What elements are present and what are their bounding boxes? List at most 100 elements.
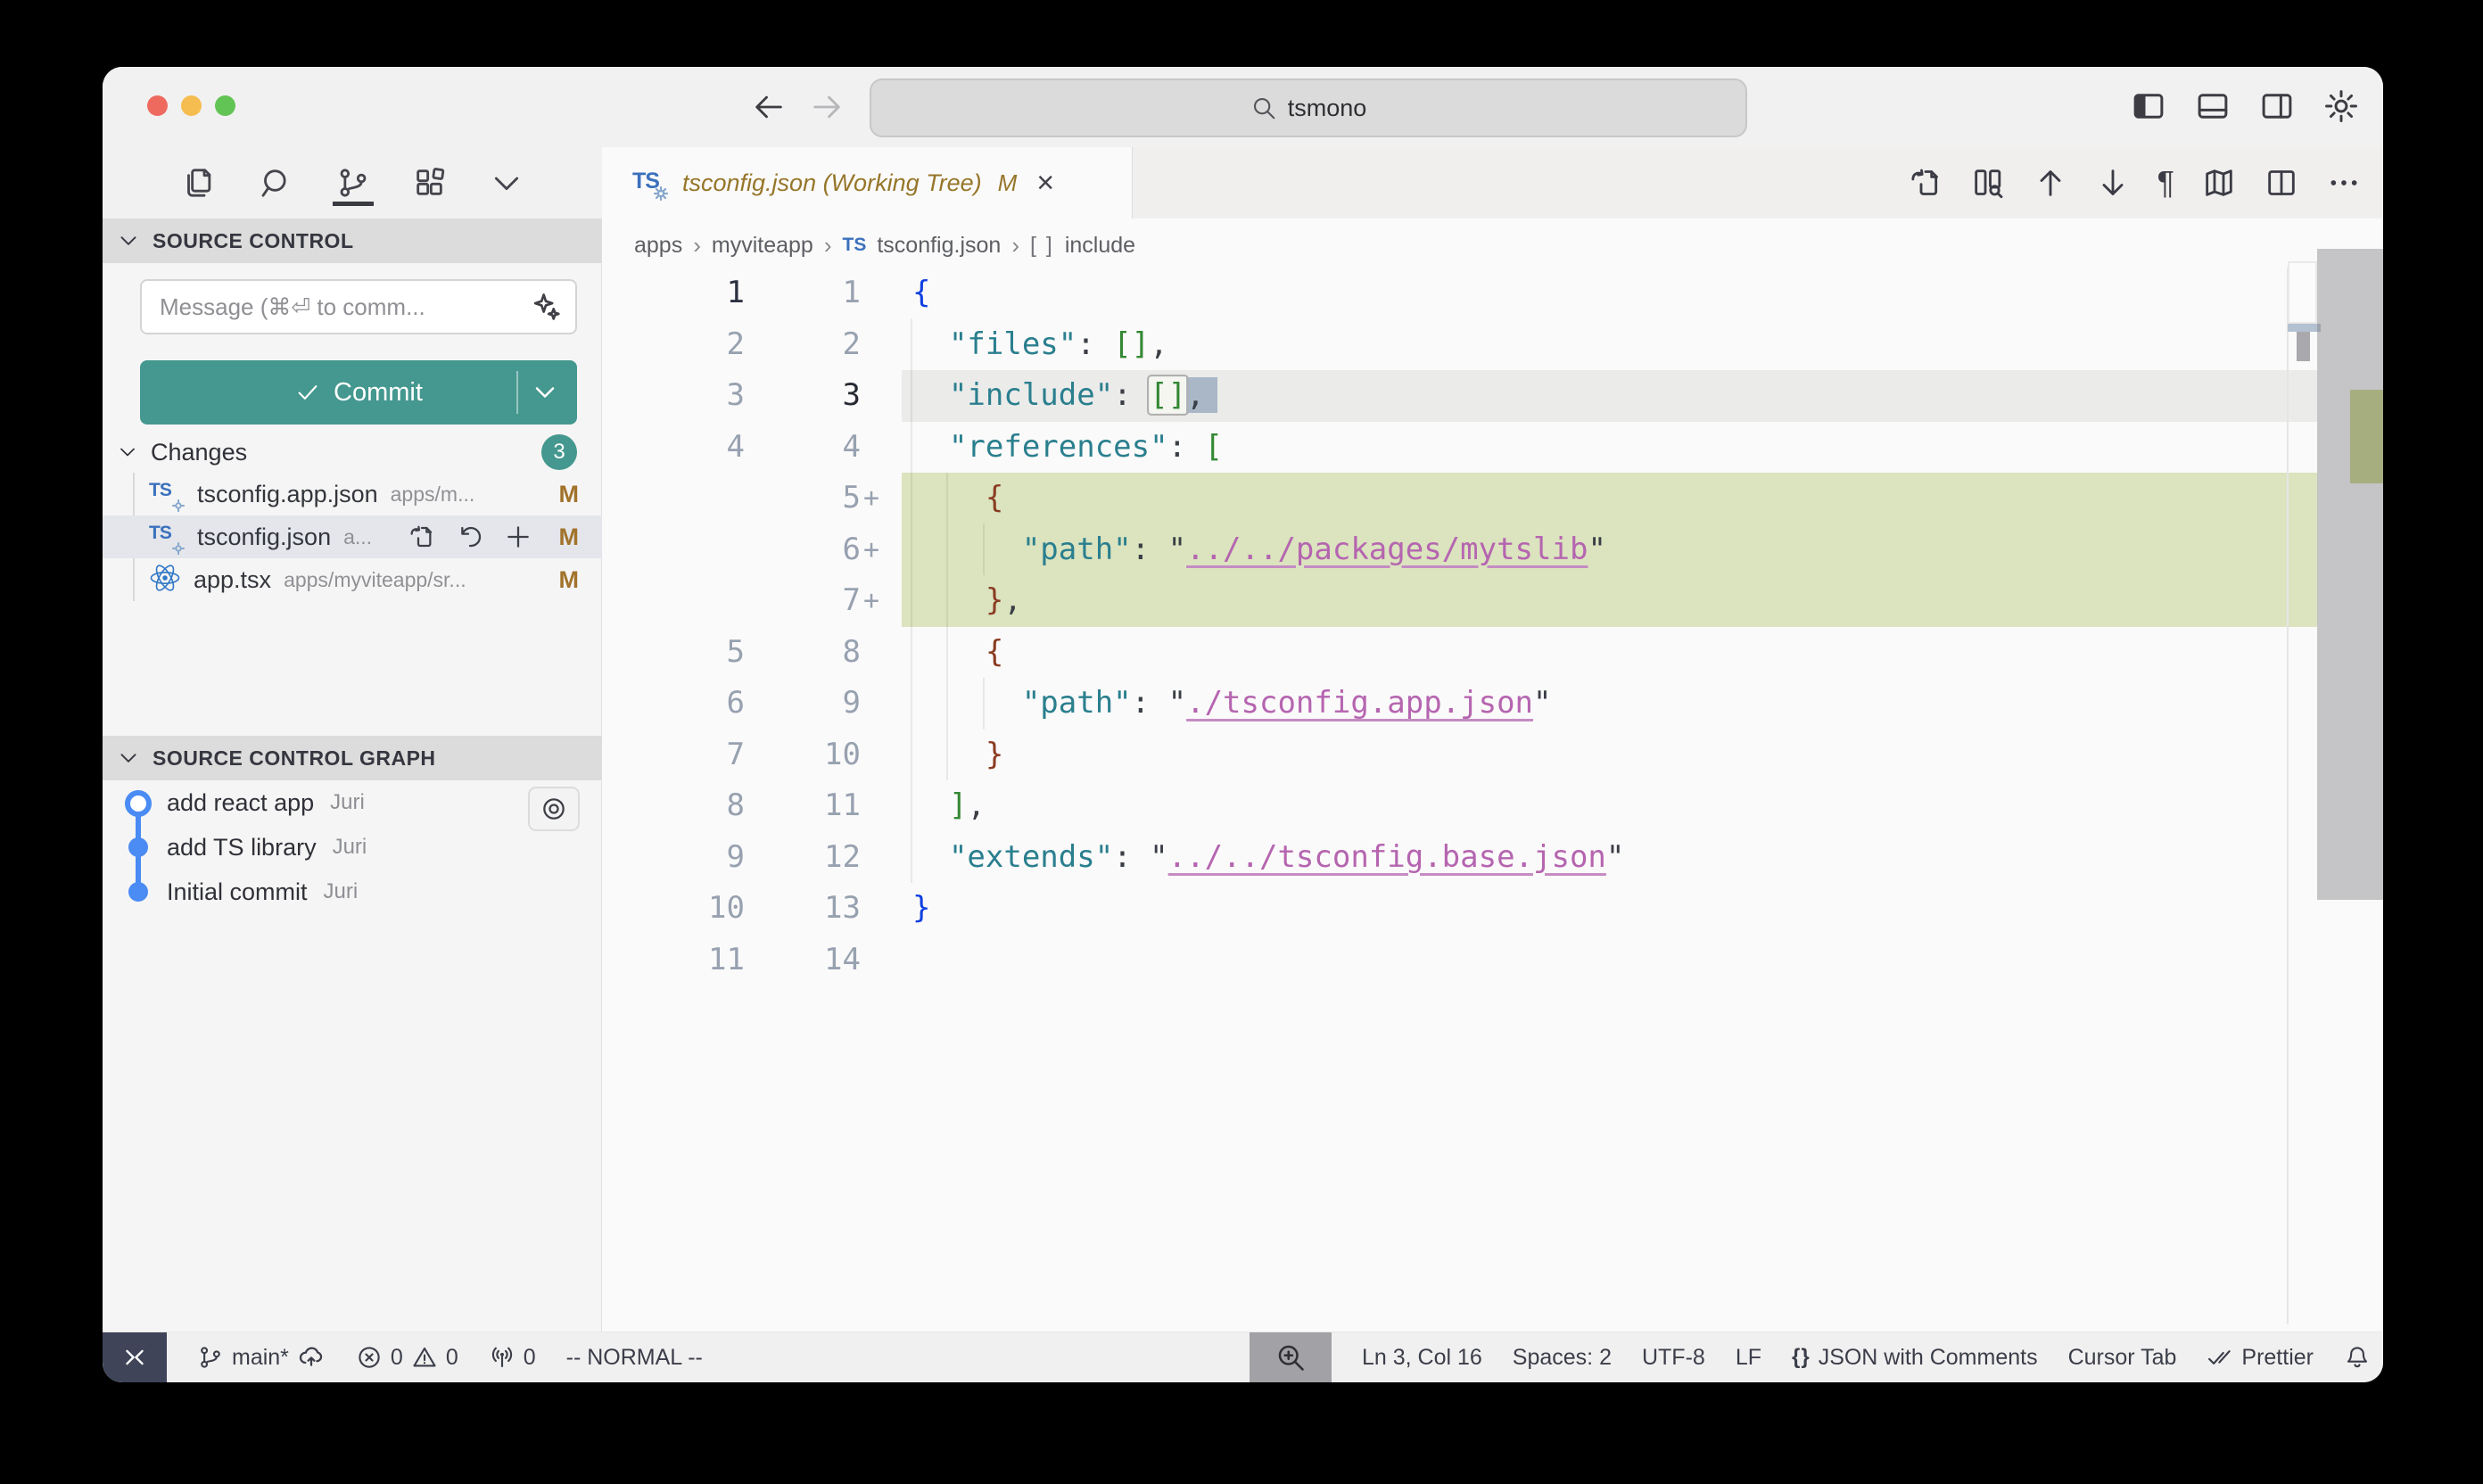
breadcrumb-item[interactable]: include [1065,233,1135,259]
extensions-icon[interactable] [411,158,449,208]
ports-status[interactable]: 0 [489,1344,536,1371]
old-line-number: 3 [602,370,745,422]
compare-view-icon[interactable] [1970,165,2006,201]
back-icon[interactable] [751,89,787,125]
new-line-number: 1 [745,268,861,319]
tab-tsconfig-working-tree[interactable]: TS tsconfig.json (Working Tree) M × [602,147,1133,218]
source-control-view-icon[interactable] [334,158,372,208]
editor-scrollbar[interactable] [2317,249,2383,900]
code-line[interactable]: 912 "extends": "../../tsconfig.base.json… [602,832,2383,884]
code-line[interactable]: 7+ }, [602,575,2383,627]
map-icon[interactable] [2201,165,2237,201]
indentation-status[interactable]: Spaces: 2 [1513,1345,1612,1371]
added-line-plus [861,319,881,371]
remote-indicator[interactable] [103,1332,167,1383]
more-actions-icon[interactable] [2326,165,2362,201]
code-line[interactable]: 22 "files": [], [602,319,2383,371]
toggle-primary-sidebar-icon[interactable] [2130,87,2167,125]
code-line[interactable]: 5+ { [602,473,2383,524]
old-line-number: 10 [602,883,745,935]
command-center-search[interactable]: tsmono [870,78,1747,137]
code-line[interactable]: 58 { [602,627,2383,679]
code-token: , [1150,326,1167,362]
tab-close-icon[interactable]: × [1036,168,1054,198]
more-views-chevron-icon[interactable] [488,158,525,208]
file-name: app.tsx [194,566,271,594]
cursor-position-status[interactable]: Ln 3, Col 16 [1362,1345,1482,1371]
language-mode-status[interactable]: {} JSON with Comments [1792,1345,2038,1371]
changed-file-row[interactable]: TS tsconfig.app.json apps/m... M [103,473,602,515]
code-line[interactable]: 6+ "path": "../../packages/mytslib" [602,524,2383,576]
eol-status[interactable]: LF [1736,1345,1761,1371]
minimize-window-button[interactable] [181,95,202,116]
search-view-icon[interactable] [258,158,295,208]
breadcrumbs[interactable]: apps › myviteapp › TS tsconfig.json › [ … [602,226,1135,265]
source-control-header[interactable]: SOURCE CONTROL [103,218,602,263]
code-line[interactable]: 33 "include": [], [602,370,2383,422]
file-path: apps/m... [391,482,475,507]
code-text: "references": [ [881,422,1223,474]
forward-icon[interactable] [809,89,845,125]
open-file-icon[interactable] [408,523,436,551]
changes-label: Changes [151,439,247,466]
new-line-number: 3 [745,370,861,422]
settings-gear-icon[interactable] [2322,87,2360,125]
breadcrumb-separator: › [1011,232,1019,260]
render-whitespace-icon[interactable]: ¶ [2157,165,2174,201]
sparkle-ai-icon[interactable] [529,290,563,324]
warning-icon [411,1344,438,1371]
next-change-icon[interactable] [2095,165,2131,201]
code-line[interactable]: 11{ [602,268,2383,319]
breadcrumb-item[interactable]: tsconfig.json [877,233,1001,259]
split-editor-icon[interactable] [2264,165,2299,201]
maximize-window-button[interactable] [215,95,235,116]
explorer-icon[interactable] [181,158,219,208]
previous-change-icon[interactable] [2033,165,2068,201]
changes-section-header[interactable]: Changes 3 [103,433,602,472]
vscode-window: tsmono [103,67,2383,1382]
code-token: "references" [949,429,1168,465]
commit-button[interactable]: Commit [140,360,577,425]
code-line[interactable]: 1114 [602,935,2383,986]
code-token: : [1132,532,1168,567]
code-line[interactable]: 69 "path": "./tsconfig.app.json" [602,678,2383,730]
toggle-panel-icon[interactable] [2194,87,2231,125]
close-window-button[interactable] [147,95,168,116]
code-text: ], [881,780,986,832]
zoom-indicator[interactable] [1250,1332,1332,1383]
code-token: ../../packages/mytslib [1186,532,1588,567]
graph-commit-row[interactable]: add react app Juri [103,780,602,825]
changed-file-row[interactable]: app.tsx apps/myviteapp/sr... M [103,558,602,601]
code-line[interactable]: 44 "references": [ [602,422,2383,474]
code-line[interactable]: 710 } [602,730,2383,781]
toggle-secondary-sidebar-icon[interactable] [2258,87,2296,125]
code-line[interactable]: 811 ], [602,780,2383,832]
graph-commit-row[interactable]: add TS library Juri [103,825,602,870]
open-file-icon[interactable] [1908,165,1943,201]
breadcrumb-item[interactable]: myviteapp [712,233,813,259]
commit-dropdown-chevron-icon[interactable] [529,379,565,406]
minimap-cursor-mark [2288,324,2321,332]
problems-status[interactable]: 0 0 [356,1344,458,1371]
branch-status[interactable]: main* [197,1343,326,1372]
added-line-plus [861,832,881,884]
screen: tsmono [0,0,2483,1484]
notifications-bell-icon[interactable] [2344,1344,2371,1371]
code-token [912,634,986,670]
graph-commit-row[interactable]: Initial commit Juri [103,870,602,914]
source-control-graph-header[interactable]: SOURCE CONTROL GRAPH [103,736,602,780]
added-line-plus: + [861,575,881,627]
discard-changes-icon[interactable] [456,523,484,551]
code-token: [] [1150,377,1186,413]
commit-message-input[interactable] [140,279,577,334]
breadcrumb-item[interactable]: apps [634,233,682,259]
code-text [881,935,912,986]
cursor-tab-status[interactable]: Cursor Tab [2068,1345,2177,1371]
code-line[interactable]: 1013} [602,883,2383,935]
formatter-status[interactable]: Prettier [2207,1344,2314,1371]
new-line-number: 7 [745,575,861,627]
encoding-status[interactable]: UTF-8 [1642,1345,1705,1371]
vim-mode-indicator[interactable]: -- NORMAL -- [566,1345,703,1371]
changed-file-row[interactable]: TS tsconfig.json a... M [103,515,602,558]
stage-changes-icon[interactable] [504,523,532,551]
